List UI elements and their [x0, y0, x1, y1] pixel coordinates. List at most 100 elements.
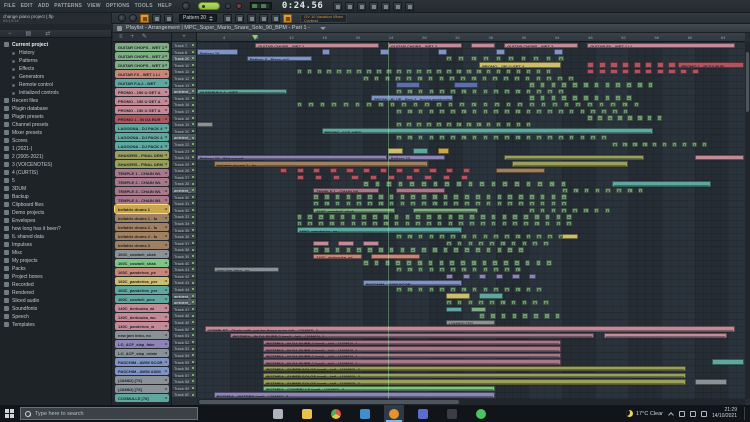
track-mute-led[interactable]	[192, 130, 194, 132]
clip[interactable]	[471, 260, 477, 266]
clip[interactable]	[594, 95, 600, 101]
clip[interactable]	[436, 102, 442, 108]
clip[interactable]	[297, 221, 303, 227]
track-mute-led[interactable]	[192, 275, 194, 277]
clip[interactable]	[448, 221, 454, 227]
clip[interactable]	[599, 69, 606, 75]
clip[interactable]	[472, 267, 478, 273]
clip[interactable]	[512, 214, 518, 220]
track-add-button[interactable]: +	[172, 33, 197, 42]
clip[interactable]	[313, 168, 320, 174]
clip[interactable]	[483, 287, 489, 293]
clip[interactable]	[346, 194, 352, 200]
clip[interactable]: BOTMEA - IN DA BURR 2 (wet) - (at) - (JA…	[263, 359, 561, 365]
clip[interactable]	[561, 208, 567, 214]
clip[interactable]	[468, 241, 474, 247]
clip[interactable]	[429, 135, 435, 141]
clip[interactable]	[443, 175, 450, 181]
clip[interactable]	[518, 201, 524, 207]
clip[interactable]	[329, 214, 335, 220]
clip[interactable]	[672, 142, 678, 148]
menu-item-file[interactable]: FILE	[4, 3, 16, 9]
clip[interactable]	[398, 181, 404, 187]
clip[interactable]	[572, 208, 578, 214]
clip[interactable]: Pattern 10	[388, 155, 445, 161]
clip[interactable]	[400, 247, 406, 253]
clip[interactable]	[682, 142, 688, 148]
track-mute-led[interactable]	[192, 110, 194, 112]
track-header[interactable]: Track 16	[172, 101, 197, 108]
clip[interactable]	[637, 115, 643, 121]
clip[interactable]	[439, 260, 445, 266]
clip[interactable]	[561, 194, 567, 200]
start-button[interactable]	[0, 405, 18, 422]
clip[interactable]	[556, 221, 562, 227]
clip-focus-arrow[interactable]	[164, 325, 167, 327]
clip[interactable]	[446, 274, 453, 280]
clip[interactable]	[529, 208, 535, 214]
clip[interactable]	[525, 260, 531, 266]
browser-item[interactable]: Project bones	[0, 273, 111, 281]
browser-item[interactable]: Initialized controls	[0, 89, 111, 97]
track-header[interactable]: Track 22	[172, 141, 197, 148]
notification-center-button[interactable]	[744, 407, 748, 420]
clip[interactable]	[405, 221, 411, 227]
clip[interactable]	[604, 333, 728, 339]
clip[interactable]	[374, 76, 380, 82]
clip[interactable]: GUITAR FX - WET 1 LI	[587, 43, 735, 49]
track-mute-led[interactable]	[192, 137, 194, 139]
track-mute-led[interactable]	[192, 387, 194, 389]
clip[interactable]	[471, 56, 477, 62]
clip[interactable]	[561, 95, 567, 101]
arrangement-dropdown-icon[interactable]	[320, 27, 326, 30]
clip[interactable]	[537, 181, 543, 187]
track-header[interactable]: Track 23	[172, 148, 197, 155]
clip[interactable]	[439, 109, 445, 115]
clip[interactable]	[540, 194, 546, 200]
clip[interactable]: PROMO_CUT_WET	[322, 128, 653, 134]
track-mute-led[interactable]	[192, 64, 194, 66]
clip[interactable]	[439, 267, 445, 273]
menu-item-add[interactable]: ADD	[38, 3, 49, 9]
browser-item[interactable]: Plugin database	[0, 105, 111, 113]
picker-clip[interactable]: bellatrix drums 1	[115, 205, 169, 213]
clip[interactable]	[388, 148, 404, 154]
clip[interactable]	[605, 82, 611, 88]
clip[interactable]	[472, 287, 478, 293]
clip[interactable]	[626, 95, 632, 101]
clip[interactable]	[712, 359, 744, 365]
clip[interactable]	[433, 181, 439, 187]
track-header[interactable]: Track 33	[172, 213, 197, 220]
swap-icon[interactable]: ⇄	[45, 31, 50, 37]
browser-item[interactable]: Sliced audio	[0, 297, 111, 305]
track-mute-led[interactable]	[192, 328, 194, 330]
clip[interactable]	[449, 76, 455, 82]
picker-clip[interactable]: GUITAR F.A.2 - WET	[115, 79, 169, 87]
clip[interactable]	[405, 214, 411, 220]
clip[interactable]	[566, 221, 572, 227]
countdown-icon[interactable]	[369, 2, 378, 11]
track-mute-led[interactable]	[192, 268, 194, 270]
track-mute-led[interactable]	[192, 222, 194, 224]
clip[interactable]	[515, 89, 521, 95]
clip[interactable]	[336, 69, 342, 75]
picker-clip[interactable]: bellatrix drums 1 - fu	[115, 214, 169, 222]
clip[interactable]	[615, 82, 621, 88]
clip[interactable]	[489, 300, 495, 306]
clip[interactable]	[457, 300, 463, 306]
picker-clip[interactable]: TEMPLE 4 - CHAIN WL	[115, 196, 169, 204]
clip[interactable]	[623, 109, 629, 115]
clip[interactable]	[396, 135, 402, 141]
picker-add-icon[interactable]: +	[131, 34, 135, 40]
clip[interactable]	[512, 313, 518, 319]
clip[interactable]	[446, 122, 452, 128]
clip[interactable]	[363, 260, 369, 266]
clip[interactable]	[561, 82, 567, 88]
wait-for-input-icon[interactable]	[357, 2, 366, 11]
clip[interactable]	[372, 214, 378, 220]
clip[interactable]	[388, 175, 395, 181]
clip[interactable]	[297, 102, 303, 108]
clip[interactable]	[506, 102, 512, 108]
clip[interactable]	[483, 234, 489, 240]
clip[interactable]	[511, 300, 517, 306]
